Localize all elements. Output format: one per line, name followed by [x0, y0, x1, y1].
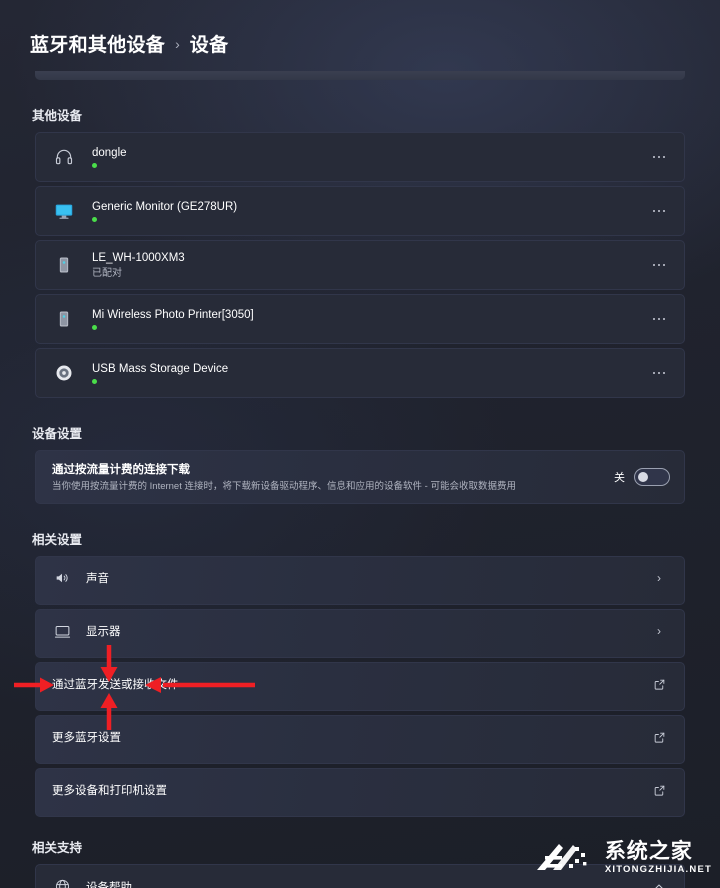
device-status-text: 已配对 — [92, 267, 122, 279]
status-dot-connected — [92, 162, 97, 168]
device-info: LE_WH-1000XM3 已配对 — [92, 252, 646, 279]
breadcrumb-parent-link[interactable]: 蓝牙和其他设备 — [30, 30, 165, 57]
metered-description: 当你使用按流量计费的 Internet 连接时，将下载新设备驱动程序、信息和应用… — [52, 481, 516, 492]
disc-icon — [50, 363, 78, 383]
speaker-icon — [52, 570, 72, 586]
device-name: USB Mass Storage Device — [92, 362, 229, 375]
status-dot-connected — [92, 324, 97, 330]
external-link-icon — [650, 678, 668, 691]
breadcrumb-separator-icon: › — [175, 35, 180, 52]
watermark: 系统之家 XITONGZHIJIA.NET — [533, 834, 712, 882]
device-more-options-button[interactable] — [646, 144, 672, 170]
related-setting-label: 通过蓝牙发送或接收文件 — [52, 679, 179, 691]
settings-page: 蓝牙和其他设备 › 设备 其他设备 dongle Generic Monitor… — [0, 0, 720, 888]
device-card[interactable]: dongle — [35, 132, 685, 182]
toggle-knob — [638, 472, 648, 482]
related-setting-display[interactable]: 显示器 › — [35, 609, 685, 658]
related-setting-bluetooth-file-transfer[interactable]: 通过蓝牙发送或接收文件 — [35, 662, 685, 711]
related-setting-label: 显示器 — [86, 626, 121, 638]
metered-download-toggle[interactable] — [634, 468, 670, 486]
device-more-options-button[interactable] — [646, 198, 672, 224]
device-name: Generic Monitor (GE278UR) — [92, 200, 238, 213]
annotation-arrow-down — [97, 645, 121, 688]
device-card[interactable]: Mi Wireless Photo Printer[3050] — [35, 294, 685, 344]
watermark-text: 系统之家 XITONGZHIJIA.NET — [605, 841, 712, 875]
metered-title: 通过按流量计费的连接下载 — [52, 464, 190, 476]
toggle-state-label: 关 — [614, 472, 625, 484]
display-icon — [52, 623, 72, 640]
watermark-cn: 系统之家 — [604, 840, 693, 864]
external-link-icon — [650, 731, 668, 744]
related-setting-sound[interactable]: 声音 › — [35, 556, 685, 605]
watermark-en: XITONGZHIJIA.NET — [604, 864, 712, 876]
phone-icon — [50, 255, 78, 275]
device-name: Mi Wireless Photo Printer[3050] — [92, 308, 254, 321]
headphones-icon — [50, 147, 78, 167]
related-setting-label: 更多蓝牙设置 — [52, 732, 121, 744]
metered-toggle-group[interactable]: 关 — [614, 468, 670, 486]
breadcrumb-current: 设备 — [189, 35, 229, 56]
monitor-icon — [50, 200, 78, 222]
clipped-card-above — [35, 71, 685, 80]
chevron-right-icon: › — [657, 624, 661, 638]
metered-download-card: 通过按流量计费的连接下载 当你使用按流量计费的 Internet 连接时，将下载… — [35, 450, 685, 504]
metered-text-block: 通过按流量计费的连接下载 当你使用按流量计费的 Internet 连接时，将下载… — [52, 461, 614, 493]
device-info: USB Mass Storage Device — [92, 363, 646, 384]
annotation-arrow-right — [145, 674, 255, 701]
related-setting-more-devices-printers[interactable]: 更多设备和打印机设置 — [35, 768, 685, 817]
device-card[interactable]: Generic Monitor (GE278UR) — [35, 186, 685, 236]
device-info: Mi Wireless Photo Printer[3050] — [92, 309, 646, 330]
breadcrumb: 蓝牙和其他设备 › 设备 — [20, 0, 700, 71]
device-more-options-button[interactable] — [646, 360, 672, 386]
device-more-options-button[interactable] — [646, 252, 672, 278]
external-link-icon — [650, 784, 668, 797]
related-setting-more-bluetooth[interactable]: 更多蓝牙设置 — [35, 715, 685, 764]
related-setting-label: 更多设备和打印机设置 — [52, 785, 167, 797]
device-more-options-button[interactable] — [646, 306, 672, 332]
annotation-arrow-up — [97, 692, 121, 735]
device-info: dongle — [92, 147, 646, 168]
section-title-related-settings: 相关设置 — [32, 533, 83, 547]
device-card[interactable]: USB Mass Storage Device — [35, 348, 685, 398]
globe-icon — [52, 878, 72, 888]
annotation-arrow-left — [14, 674, 56, 701]
device-card[interactable]: LE_WH-1000XM3 已配对 — [35, 240, 685, 290]
device-name: dongle — [92, 146, 127, 159]
related-setting-label: 声音 — [86, 573, 109, 585]
phone-icon — [50, 309, 78, 329]
watermark-logo-icon — [536, 844, 587, 870]
status-dot-connected — [92, 378, 97, 384]
section-title-device-settings: 设备设置 — [32, 427, 83, 441]
status-dot-connected — [92, 216, 97, 222]
device-info: Generic Monitor (GE278UR) — [92, 201, 646, 222]
section-title-other-devices: 其他设备 — [32, 109, 83, 123]
chevron-right-icon: › — [657, 571, 661, 585]
device-name: LE_WH-1000XM3 — [92, 251, 185, 264]
